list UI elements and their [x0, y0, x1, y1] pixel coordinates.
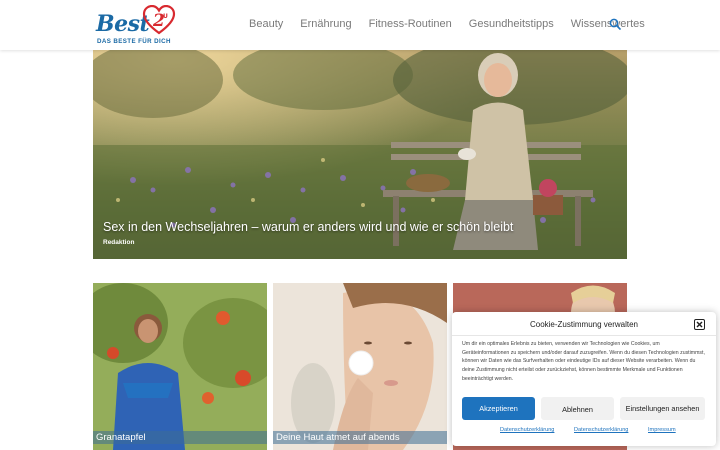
deny-button[interactable]: Ablehnen [541, 397, 614, 420]
card-caption: Deine Haut atmet auf abends [273, 431, 447, 444]
card-image-haut [273, 283, 447, 450]
logo-badge-icon: 2 U [142, 5, 176, 35]
settings-button[interactable]: Einstellungen ansehen [620, 397, 705, 420]
privacy-link[interactable]: Datenschutzerklärung [500, 427, 554, 433]
logo-tagline: DAS BESTE FÜR DICH [97, 38, 171, 45]
search-icon[interactable] [609, 18, 621, 30]
cookie-consent-dialog: Cookie-Zustimmung verwalten Um dir ein o… [452, 312, 716, 446]
card-title[interactable]: Deine Haut atmet auf abends [276, 432, 400, 443]
close-icon[interactable] [694, 319, 705, 330]
site-logo[interactable]: Best 2 U DAS BESTE FÜR DICH [96, 5, 186, 45]
hero-article[interactable]: Sex in den Wechseljahren – warum er ande… [93, 50, 627, 259]
hero-author: Redaktion [103, 239, 135, 246]
card-title[interactable]: Granatapfel [96, 432, 146, 443]
card-caption: Granatapfel [93, 431, 267, 444]
cookie-title: Cookie-Zustimmung verwalten [529, 320, 639, 329]
hero-title[interactable]: Sex in den Wechseljahren – warum er ande… [103, 220, 513, 234]
card-image-granatapfel [93, 283, 267, 450]
accept-button[interactable]: Akzeptieren [462, 397, 535, 420]
imprint-link[interactable]: Impressum [648, 427, 676, 433]
article-card-granatapfel[interactable]: Granatapfel [93, 283, 267, 450]
cookie-description: Um dir ein optimales Erlebnis zu bieten,… [462, 341, 705, 382]
svg-text:U: U [163, 13, 168, 20]
privacy-link-2[interactable]: Datenschutzerklärung [574, 427, 628, 433]
nav-item-beauty[interactable]: Beauty [249, 18, 283, 30]
nav-item-fitness-routinen[interactable]: Fitness-Routinen [369, 18, 452, 30]
main-navigation: Beauty Ernährung Fitness-Routinen Gesund… [249, 18, 662, 30]
article-card-haut[interactable]: Deine Haut atmet auf abends [273, 283, 447, 450]
divider [452, 335, 716, 336]
nav-item-ernaehrung[interactable]: Ernährung [300, 18, 351, 30]
nav-item-gesundheitstipps[interactable]: Gesundheitstipps [469, 18, 554, 30]
nav-item-wissenswertes[interactable]: Wissenswertes [571, 18, 645, 30]
site-header: Best 2 U DAS BESTE FÜR DICH Beauty Ernäh… [0, 0, 720, 50]
